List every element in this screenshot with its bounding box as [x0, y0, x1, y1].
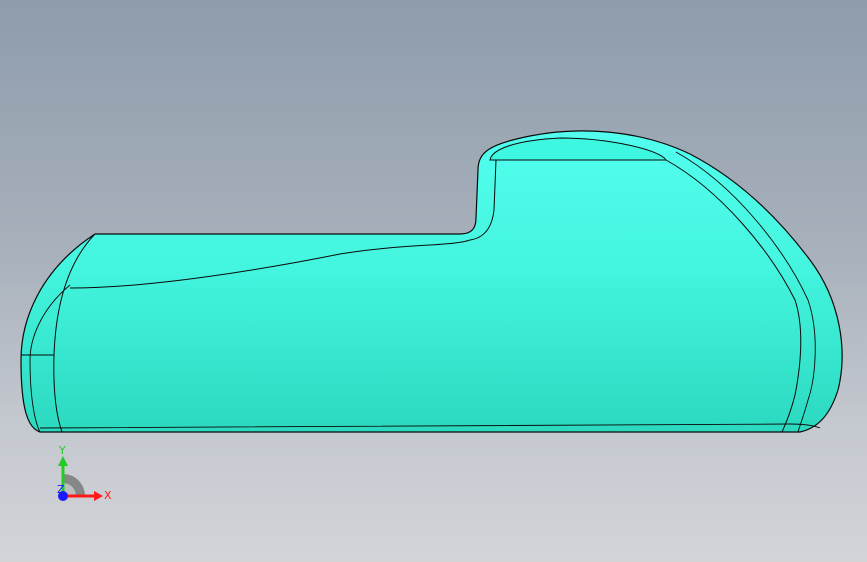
- z-axis-label: Z: [57, 483, 65, 496]
- orientation-triad: Y X Z: [57, 444, 112, 502]
- y-axis-label: Y: [58, 444, 66, 457]
- model-view[interactable]: [0, 0, 867, 562]
- graphics-viewport[interactable]: Y X Z: [0, 0, 867, 562]
- y-axis-arrow: [58, 456, 68, 466]
- x-axis-label: X: [104, 489, 112, 502]
- x-axis-arrow: [94, 491, 103, 501]
- part-body[interactable]: [20, 130, 843, 433]
